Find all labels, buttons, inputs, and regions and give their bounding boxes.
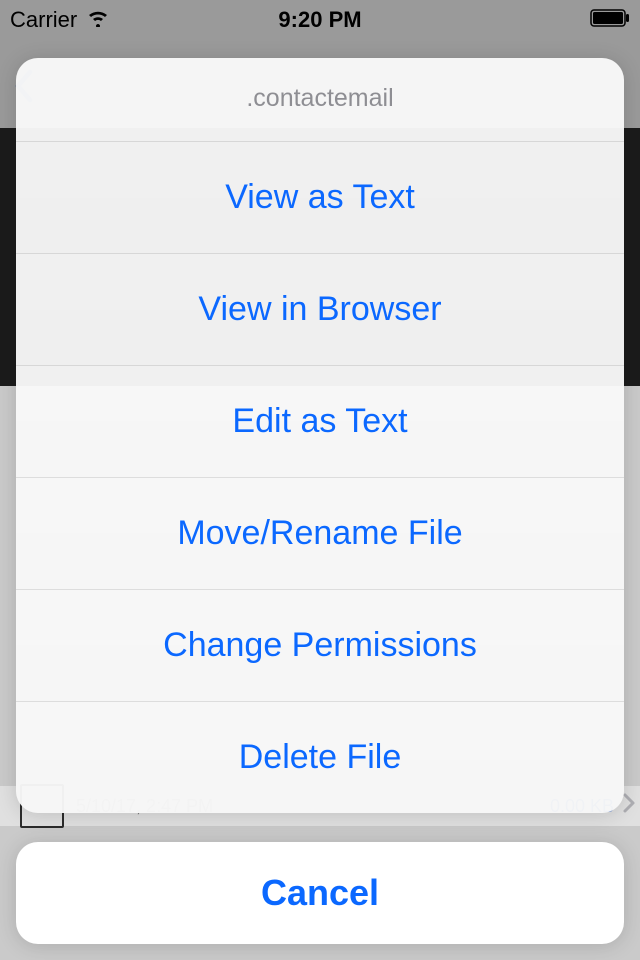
action-view-in-browser[interactable]: View in Browser: [16, 254, 624, 366]
action-edit-as-text[interactable]: Edit as Text: [16, 366, 624, 478]
action-change-permissions[interactable]: Change Permissions: [16, 590, 624, 702]
cancel-button[interactable]: Cancel: [16, 842, 624, 944]
sheet-title: .contactemail: [16, 58, 624, 142]
action-move-rename-file[interactable]: Move/Rename File: [16, 478, 624, 590]
action-delete-file[interactable]: Delete File: [16, 702, 624, 813]
action-sheet: .contactemail View as Text View in Brows…: [16, 58, 624, 813]
action-view-as-text[interactable]: View as Text: [16, 142, 624, 254]
